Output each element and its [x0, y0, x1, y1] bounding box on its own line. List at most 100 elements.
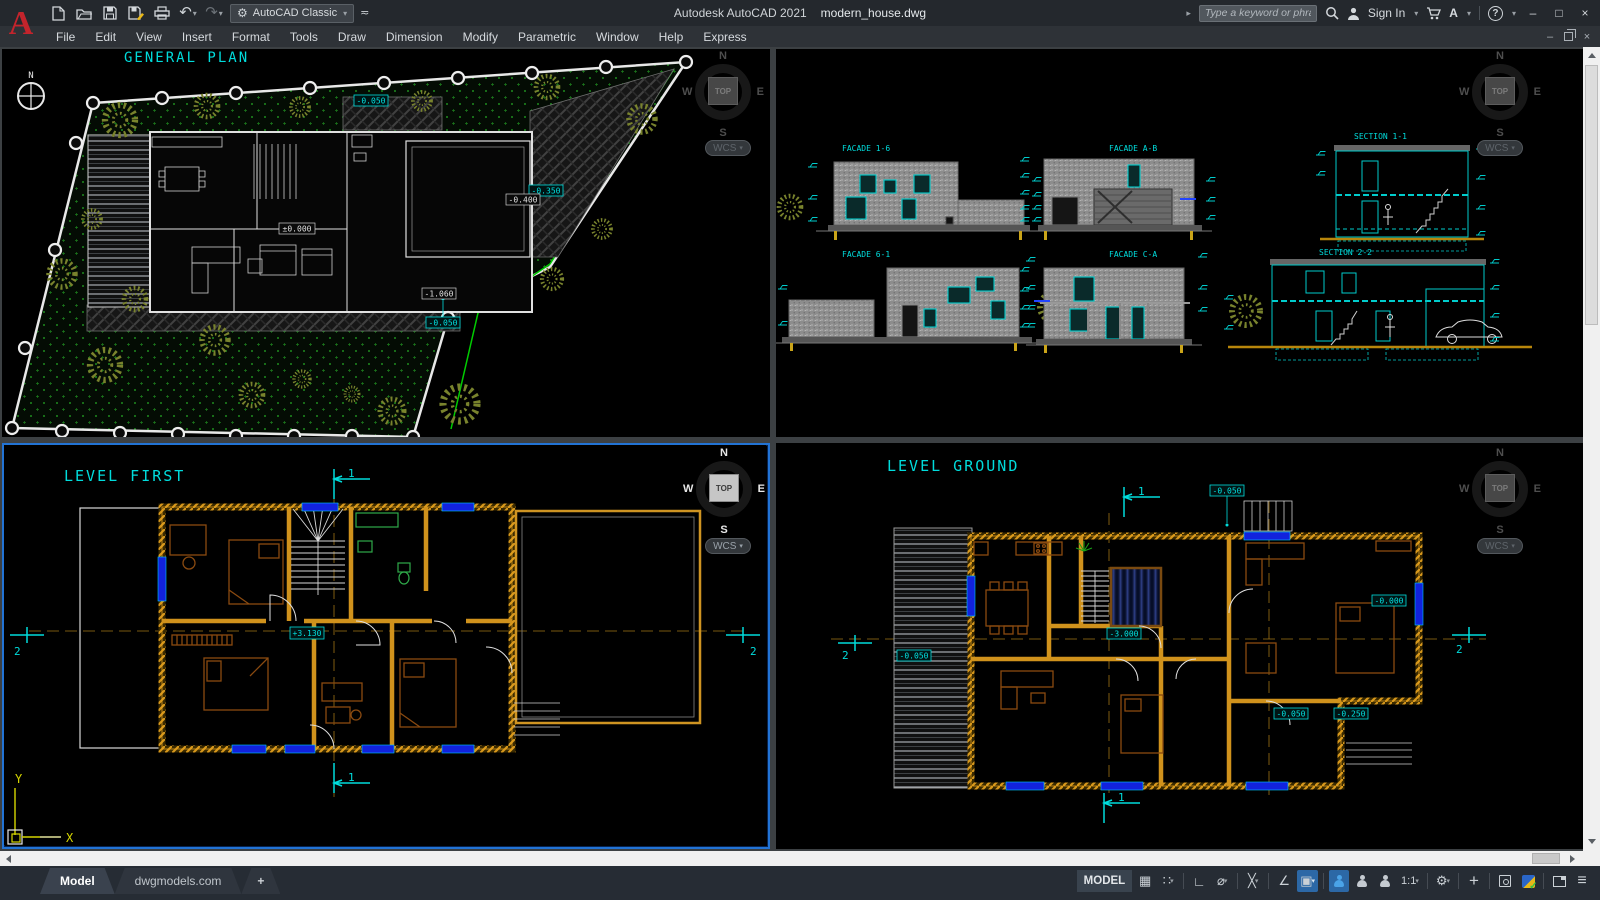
workspace-dropdown[interactable]: ⚙ AutoCAD Classic ▾: [230, 4, 354, 23]
viewcube-general-plan[interactable]: N TOP W E S: [683, 52, 763, 136]
isometric-drafting-icon[interactable]: ╳▾: [1243, 870, 1263, 892]
sign-in-caret-icon[interactable]: ▾: [1414, 9, 1418, 18]
user-icon[interactable]: [1347, 7, 1360, 20]
annotation-autoscale-icon[interactable]: [1352, 870, 1372, 892]
viewcube-top-face[interactable]: TOP: [708, 77, 738, 105]
autodesk-a-icon[interactable]: A: [1449, 6, 1458, 20]
model-space-button[interactable]: MODEL: [1077, 870, 1133, 892]
menu-insert[interactable]: Insert: [172, 26, 222, 47]
doc-close-button[interactable]: ×: [1580, 31, 1594, 43]
sign-in-button[interactable]: Sign In: [1368, 6, 1405, 20]
viewcube-level-ground[interactable]: N TOP W E S: [1460, 449, 1540, 533]
grid-icon[interactable]: ▦: [1135, 870, 1155, 892]
crosshair-plus-icon[interactable]: +: [1464, 870, 1484, 892]
viewcube-north[interactable]: N: [720, 447, 728, 459]
viewcube-south[interactable]: S: [1496, 524, 1503, 536]
viewport-level-first[interactable]: 1 1 2 2 +3.130 LEVEL FIRST Y: [2, 443, 770, 849]
viewcube-west[interactable]: W: [1459, 483, 1469, 495]
viewcube-east[interactable]: E: [757, 86, 764, 98]
scroll-right-icon[interactable]: [1570, 855, 1575, 863]
annotation-visibility-icon[interactable]: [1329, 870, 1349, 892]
menu-view[interactable]: View: [126, 26, 172, 47]
viewcube-south[interactable]: S: [720, 524, 727, 536]
vertical-scroll-thumb[interactable]: [1585, 65, 1598, 325]
save-as-icon[interactable]: [126, 3, 146, 23]
menu-format[interactable]: Format: [222, 26, 280, 47]
wcs-dropdown[interactable]: WCS▾: [1477, 140, 1523, 156]
help-icon[interactable]: ?: [1488, 6, 1503, 21]
menu-edit[interactable]: Edit: [85, 26, 126, 47]
minimize-button[interactable]: –: [1524, 4, 1542, 22]
add-layout-button[interactable]: +: [241, 868, 280, 894]
menu-parametric[interactable]: Parametric: [508, 26, 586, 47]
viewport-general-plan[interactable]: N GENERAL PLAN -0.050 -0.350 -0.050 ±0.0…: [2, 49, 770, 437]
doc-restore-button[interactable]: [1564, 32, 1573, 41]
menu-dimension[interactable]: Dimension: [376, 26, 453, 47]
menu-express[interactable]: Express: [693, 26, 756, 47]
close-button[interactable]: ×: [1576, 4, 1594, 22]
autocad-logo-icon[interactable]: A: [0, 0, 42, 47]
plot-printer-icon[interactable]: [152, 3, 172, 23]
object-snap-icon[interactable]: ▣▾: [1297, 870, 1318, 892]
viewcube-north[interactable]: N: [719, 50, 727, 62]
viewcube-east[interactable]: E: [1534, 86, 1541, 98]
help-caret-icon[interactable]: ▾: [1512, 9, 1516, 18]
tab-model[interactable]: Model: [40, 868, 115, 894]
menu-modify[interactable]: Modify: [453, 26, 508, 47]
menu-file[interactable]: File: [46, 26, 85, 47]
workspace-gear-icon[interactable]: ⚙▾: [1433, 870, 1453, 892]
wcs-dropdown[interactable]: WCS▾: [705, 140, 751, 156]
annotation-scale-icon[interactable]: [1375, 870, 1395, 892]
maximize-button[interactable]: □: [1550, 4, 1568, 22]
clean-screen-icon[interactable]: [1549, 870, 1569, 892]
doc-minimize-button[interactable]: –: [1543, 31, 1557, 43]
viewcube-west[interactable]: W: [682, 86, 692, 98]
viewcube-top-face[interactable]: TOP: [709, 474, 739, 502]
viewcube-east[interactable]: E: [758, 483, 765, 495]
horizontal-scrollbar[interactable]: [0, 851, 1600, 866]
undo-button[interactable]: ↶▾: [178, 3, 198, 23]
search-input[interactable]: [1199, 5, 1317, 22]
viewcube-south[interactable]: S: [1496, 127, 1503, 139]
menu-draw[interactable]: Draw: [328, 26, 376, 47]
customization-icon[interactable]: ≡: [1572, 870, 1592, 892]
viewcube-elevations[interactable]: N TOP W E S: [1460, 52, 1540, 136]
isolate-objects-icon[interactable]: [1495, 870, 1515, 892]
wcs-dropdown[interactable]: WCS▾: [705, 538, 751, 554]
tab-layout[interactable]: dwgmodels.com: [115, 868, 242, 894]
wcs-dropdown[interactable]: WCS▾: [1477, 538, 1523, 554]
viewcube-top-face[interactable]: TOP: [1485, 474, 1515, 502]
search-icon[interactable]: [1325, 6, 1339, 20]
polar-tracking-icon[interactable]: ⌀▾: [1212, 870, 1232, 892]
new-file-icon[interactable]: [48, 3, 68, 23]
viewcube-east[interactable]: E: [1534, 483, 1541, 495]
horizontal-scroll-thumb[interactable]: [1532, 853, 1560, 864]
ortho-icon[interactable]: ∟: [1189, 870, 1209, 892]
a-caret-icon[interactable]: ▾: [1467, 9, 1471, 18]
redo-button[interactable]: ↷▾: [204, 3, 224, 23]
menu-window[interactable]: Window: [586, 26, 649, 47]
toolbar-overflow-icon[interactable]: ≂: [360, 3, 369, 23]
save-icon[interactable]: [100, 3, 120, 23]
redo-caret-icon[interactable]: ▾: [219, 9, 223, 18]
snap-icon[interactable]: ∷▾: [1158, 870, 1178, 892]
viewcube-north[interactable]: N: [1496, 447, 1504, 459]
viewcube-top-face[interactable]: TOP: [1485, 77, 1515, 105]
viewcube-west[interactable]: W: [1459, 86, 1469, 98]
menu-help[interactable]: Help: [649, 26, 694, 47]
viewcube-south[interactable]: S: [719, 127, 726, 139]
open-folder-icon[interactable]: [74, 3, 94, 23]
annotation-scale-value[interactable]: 1:1▾: [1398, 870, 1422, 892]
menu-tools[interactable]: Tools: [280, 26, 328, 47]
search-expand-icon[interactable]: ▸: [1186, 8, 1191, 19]
app-store-cart-icon[interactable]: [1426, 7, 1441, 20]
scroll-up-icon[interactable]: [1588, 53, 1596, 58]
scroll-left-icon[interactable]: [6, 855, 11, 863]
graphics-performance-icon[interactable]: [1518, 870, 1538, 892]
undo-caret-icon[interactable]: ▾: [193, 9, 197, 18]
scroll-down-icon[interactable]: [1588, 839, 1596, 844]
viewcube-north[interactable]: N: [1496, 50, 1504, 62]
viewcube-level-first[interactable]: N TOP W E S: [684, 449, 764, 533]
vertical-scrollbar[interactable]: [1583, 47, 1600, 851]
object-snap-tracking-icon[interactable]: ∠: [1274, 870, 1294, 892]
